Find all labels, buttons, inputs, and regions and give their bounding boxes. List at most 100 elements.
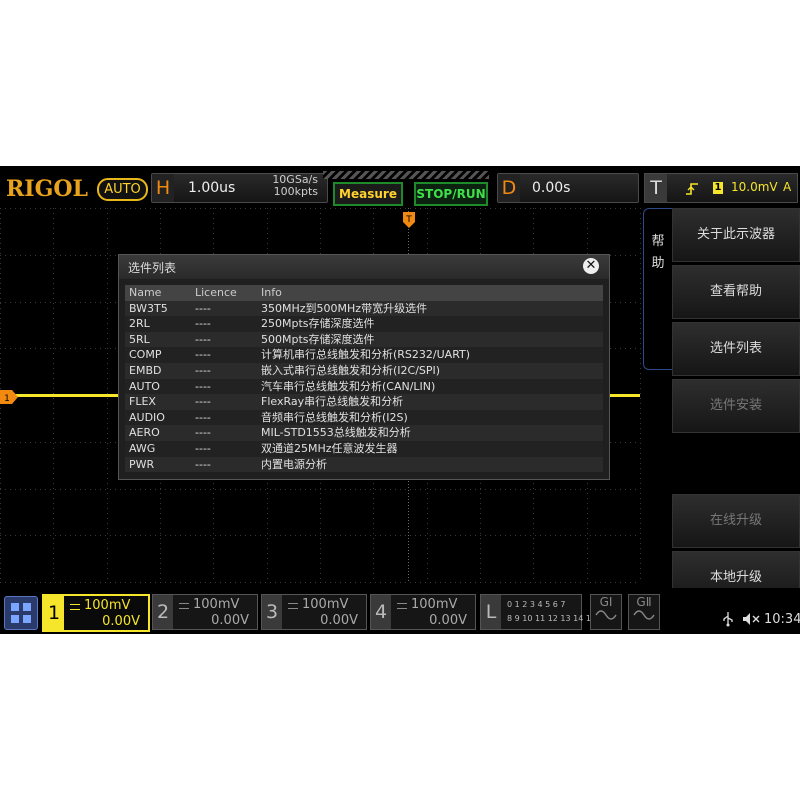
trigger-mode: A xyxy=(783,180,792,194)
table-row[interactable]: EMBD ---- 嵌入式串行总线触发和分析(I2C/SPI) xyxy=(125,362,603,379)
stop-run-button[interactable]: STOP/RUN xyxy=(414,182,488,206)
channel-1-number: 1 xyxy=(44,596,64,630)
trigger-label: T xyxy=(645,174,667,202)
generator-1-button[interactable]: GⅠ xyxy=(590,594,622,630)
column-header-info: Info xyxy=(261,286,282,299)
generator-2-button[interactable]: GⅡ xyxy=(628,594,660,630)
help-menu-tab[interactable]: 帮 助 xyxy=(643,208,672,370)
option-name: AUTO xyxy=(129,379,160,393)
table-row[interactable]: AERO ---- MIL-STD1553总线触发和分析 xyxy=(125,425,603,441)
option-info: 500Mpts存储深度选件 xyxy=(261,332,375,346)
side-menu: 关于此示波器 查看帮助 选件列表 选件安装 在线升级 本地升级 xyxy=(670,208,800,605)
help-tab-label-1: 帮 xyxy=(651,234,665,249)
trigger-marker-label: T xyxy=(405,215,412,225)
sine-wave-icon xyxy=(595,610,617,620)
channel-3-scale: 100mV xyxy=(302,597,349,612)
table-row[interactable]: 5RL ---- 500Mpts存储深度选件 xyxy=(125,331,603,348)
speaker-muted-icon[interactable] xyxy=(742,612,760,626)
option-licence: ---- xyxy=(195,395,211,409)
option-licence: ---- xyxy=(195,441,211,455)
generator-1-label: GⅠ xyxy=(599,595,613,609)
column-header-name: Name xyxy=(129,286,162,299)
channel1-offset-marker[interactable]: 1 xyxy=(0,390,18,404)
top-bar: RIGOL AUTO H 1.00us 10GSa/s 100kpts Meas… xyxy=(0,166,800,208)
home-menu-icon[interactable] xyxy=(4,596,38,630)
table-row[interactable]: AUTO ---- 汽车串行总线触发和分析(CAN/LIN) xyxy=(125,378,603,395)
option-name: 5RL xyxy=(129,332,150,346)
option-name: 2RL xyxy=(129,317,150,331)
option-name: AUDIO xyxy=(129,410,165,424)
table-row[interactable]: FLEX ---- FlexRay串行总线触发和分析 xyxy=(125,394,603,410)
logic-analyzer-label: L xyxy=(481,595,501,629)
channel1-marker-label: 1 xyxy=(4,394,10,404)
menu-options-list-button[interactable]: 选件列表 xyxy=(672,322,800,376)
dialog-title: 选件列表 xyxy=(128,261,177,275)
option-licence: ---- xyxy=(195,457,211,471)
auto-button[interactable]: AUTO xyxy=(97,178,148,201)
generator-2-label: GⅡ xyxy=(636,595,652,609)
channel-1-offset: 0.00V xyxy=(102,614,140,629)
option-info: 内置电源分析 xyxy=(261,457,327,471)
option-info: FlexRay串行总线触发和分析 xyxy=(261,395,404,409)
channel-3-offset: 0.00V xyxy=(320,613,358,628)
channel-1-panel[interactable]: 1 100mV 0.00V xyxy=(42,594,150,632)
channel-4-panel[interactable]: 4 100mV 0.00V xyxy=(370,594,476,630)
option-name: COMP xyxy=(129,348,162,362)
table-row[interactable]: COMP ---- 计算机串行总线触发和分析(RS232/UART) xyxy=(125,347,603,363)
delay-label: D xyxy=(498,174,520,202)
channel-4-number: 4 xyxy=(371,595,391,629)
option-licence: ---- xyxy=(195,410,211,424)
option-licence: ---- xyxy=(195,332,211,346)
delay-value: 0.00s xyxy=(532,180,571,196)
option-licence: ---- xyxy=(195,317,211,331)
logic-analyzer-panel[interactable]: L 0 1 2 3 4 5 6 7 8 9 10 11 12 13 14 15 xyxy=(480,594,596,630)
channel-2-scale: 100mV xyxy=(193,597,240,612)
clock-time: 10:34 xyxy=(764,612,800,627)
option-licence: ---- xyxy=(195,348,211,362)
option-name: FLEX xyxy=(129,395,156,409)
channel-4-scale: 100mV xyxy=(411,597,458,612)
acquisition-info: 10GSa/s 100kpts xyxy=(248,174,318,198)
option-licence: ---- xyxy=(195,301,211,315)
channel-2-panel[interactable]: 2 100mV 0.00V xyxy=(152,594,258,630)
channel-4-offset: 0.00V xyxy=(429,613,467,628)
menu-about-button[interactable]: 关于此示波器 xyxy=(672,208,800,262)
channel-2-offset: 0.00V xyxy=(211,613,249,628)
trigger-position-marker[interactable]: T xyxy=(403,212,415,228)
option-info: 双通道25MHz任意波发生器 xyxy=(261,441,398,455)
trigger-panel[interactable]: T 1 10.0mV A xyxy=(644,173,798,203)
option-info: 汽车串行总线触发和分析(CAN/LIN) xyxy=(261,379,436,393)
option-name: EMBD xyxy=(129,363,162,377)
table-row[interactable]: 2RL ---- 250Mpts存储深度选件 xyxy=(125,316,603,332)
coupling-dc-icon xyxy=(288,603,298,609)
table-row[interactable]: PWR ---- 内置电源分析 xyxy=(125,456,603,473)
help-tab-label-2: 助 xyxy=(651,256,665,271)
option-info: 350MHz到500MHz带宽升级选件 xyxy=(261,301,428,315)
option-info: 250Mpts存储深度选件 xyxy=(261,317,375,331)
channel-3-number: 3 xyxy=(262,595,282,629)
close-icon[interactable]: ✕ xyxy=(583,258,599,274)
delay-panel[interactable]: D 0.00s xyxy=(497,173,639,203)
channel-3-panel[interactable]: 3 100mV 0.00V xyxy=(261,594,367,630)
usb-icon xyxy=(723,612,733,627)
option-name: PWR xyxy=(129,457,155,471)
option-licence: ---- xyxy=(195,426,211,440)
table-row[interactable]: AUDIO ---- 音频串行总线触发和分析(I2S) xyxy=(125,409,603,426)
oscilloscope-screen: RIGOL AUTO H 1.00us 10GSa/s 100kpts Meas… xyxy=(0,166,800,634)
sine-wave-icon xyxy=(633,610,655,620)
option-name: AERO xyxy=(129,426,160,440)
memory-depth: 100kpts xyxy=(273,185,318,198)
trigger-level: 10.0mV xyxy=(731,180,778,194)
channel-1-scale: 100mV xyxy=(84,598,131,613)
coupling-dc-icon xyxy=(70,604,80,610)
option-licence: ---- xyxy=(195,379,211,393)
menu-view-help-button[interactable]: 查看帮助 xyxy=(672,265,800,319)
menu-option-install-button[interactable]: 选件安装 xyxy=(672,379,800,433)
memory-position-bar[interactable] xyxy=(323,171,489,179)
table-row[interactable]: AWG ---- 双通道25MHz任意波发生器 xyxy=(125,440,603,457)
measure-button[interactable]: Measure xyxy=(333,182,403,206)
table-row[interactable]: BW3T5 ---- 350MHz到500MHz带宽升级选件 xyxy=(125,300,603,317)
dialog-header: 选件列表 ✕ xyxy=(119,255,609,279)
menu-online-upgrade-button[interactable]: 在线升级 xyxy=(672,494,800,548)
options-list-dialog: 选件列表 ✕ Name Licence Info BW3T5 ---- 350MHz… xyxy=(118,254,610,480)
